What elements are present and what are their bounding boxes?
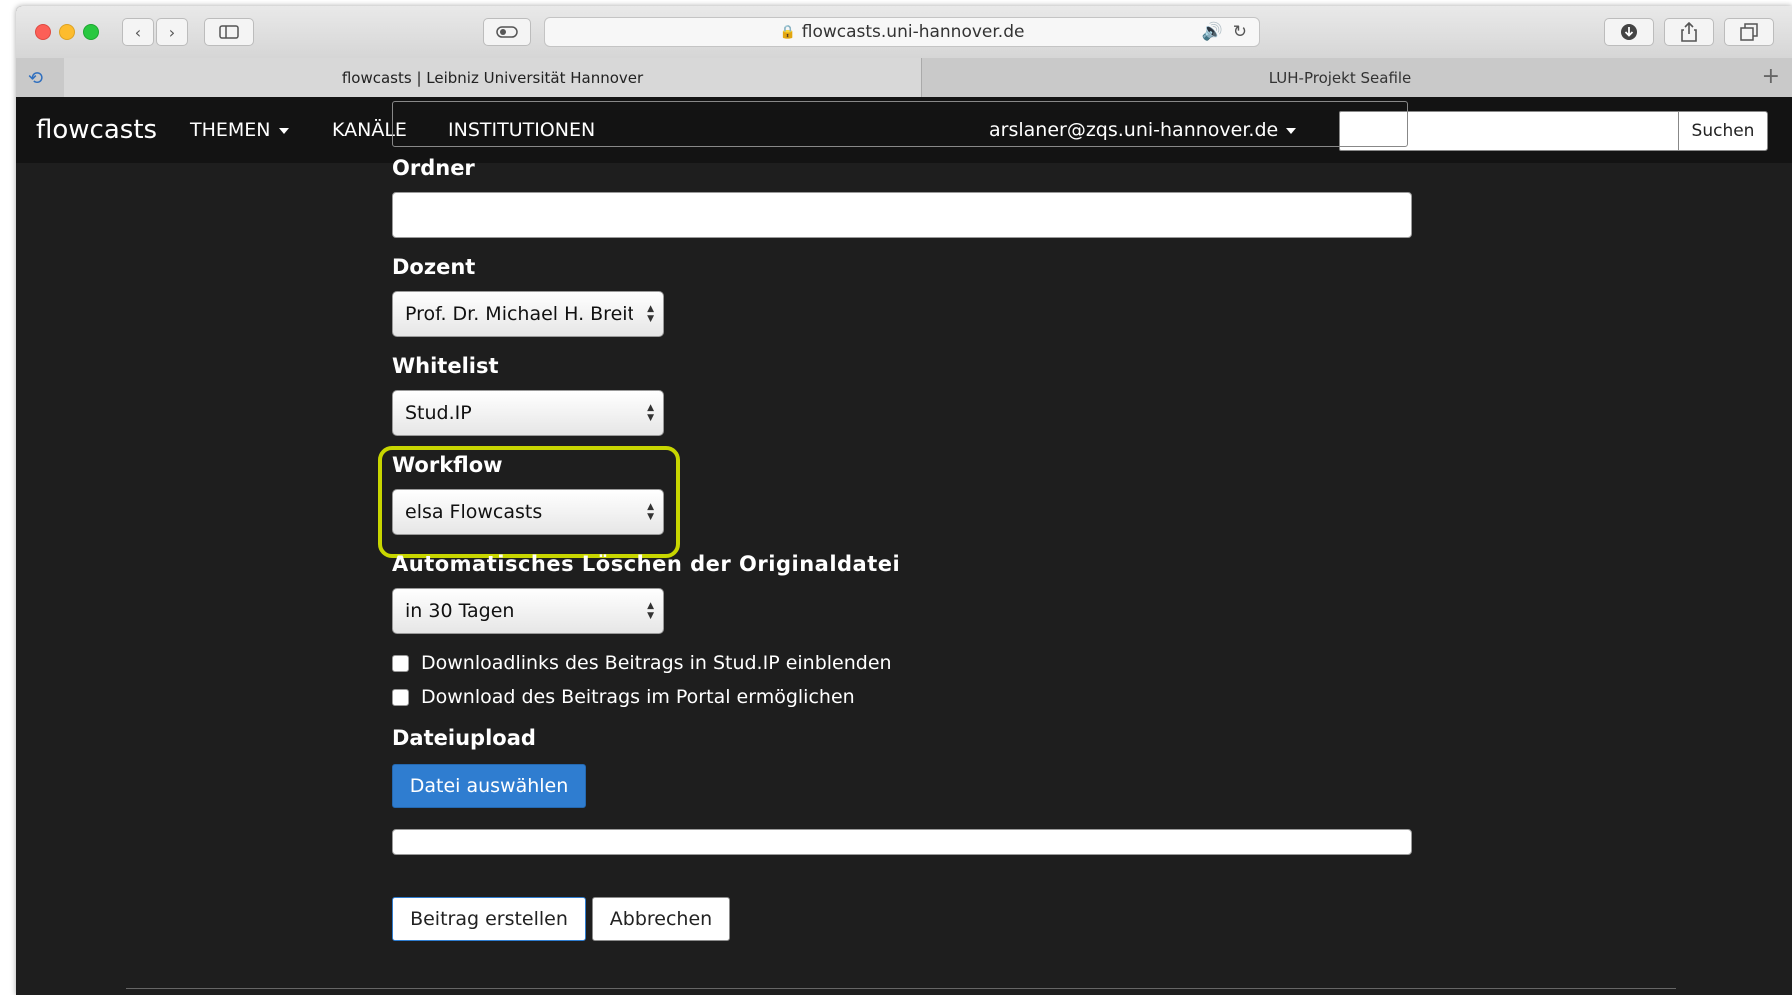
download-portal-checkbox[interactable]: [392, 688, 409, 706]
tabs-icon: [1740, 23, 1758, 41]
autodelete-select[interactable]: in 30 Tagen ▲ ▼: [392, 588, 664, 634]
toggle-icon: [496, 26, 518, 38]
download-icon: [1621, 24, 1637, 40]
workflow-label: Workflow: [392, 453, 503, 477]
reader-toggle-button[interactable]: [483, 18, 531, 46]
caret-down-icon: [278, 127, 289, 134]
speaker-icon[interactable]: 🔊: [1202, 22, 1223, 42]
autodelete-label: Automatisches Löschen der Originaldatei: [392, 552, 901, 576]
zoom-window-button[interactable]: [83, 24, 99, 40]
nav-themen[interactable]: THEMEN: [190, 119, 289, 141]
tabs-overview-button[interactable]: [1724, 18, 1774, 46]
downloadlinks-checkbox[interactable]: [392, 654, 409, 672]
select-arrows-icon: ▲ ▼: [647, 502, 654, 522]
download-portal-checkbox-label: Download des Beitrags im Portal ermöglic…: [421, 686, 855, 708]
search-button[interactable]: Suchen: [1678, 111, 1768, 151]
download-portal-checkbox-row: Download des Beitrags im Portal ermöglic…: [392, 686, 855, 708]
sidebar-toggle-button[interactable]: [204, 18, 254, 46]
upload-progress-bar: [392, 829, 1412, 855]
share-button[interactable]: [1664, 18, 1714, 46]
whitelist-label: Whitelist: [392, 354, 499, 378]
select-arrows-icon: ▲ ▼: [647, 601, 654, 621]
safari-icon: ⟲: [28, 68, 44, 89]
forward-button[interactable]: ›: [156, 18, 188, 46]
dozent-label: Dozent: [392, 255, 476, 279]
browser-window: ‹ › 🔒 flowcasts.uni-hannover.de 🔊 ↻ ⟲ fl…: [16, 6, 1792, 995]
tab-flowcasts[interactable]: flowcasts | Leibniz Universität Hannover: [64, 58, 922, 97]
browser-toolbar: ‹ › 🔒 flowcasts.uni-hannover.de 🔊 ↻: [16, 6, 1792, 59]
tab-seafile[interactable]: LUH-Projekt Seafile: [922, 58, 1758, 97]
back-button[interactable]: ‹: [122, 18, 154, 46]
url-text: flowcasts.uni-hannover.de: [801, 22, 1025, 42]
upload-label: Dateiupload: [392, 726, 536, 750]
tab-label: flowcasts | Leibniz Universität Hannover: [341, 68, 644, 87]
chevron-left-icon: ‹: [134, 22, 142, 42]
create-post-button[interactable]: Beitrag erstellen: [392, 897, 586, 941]
new-tab-icon[interactable]: +: [1762, 64, 1780, 89]
close-window-button[interactable]: [35, 24, 51, 40]
footer-divider: [126, 988, 1676, 989]
brand-logo[interactable]: flowcasts: [36, 115, 157, 145]
address-bar[interactable]: 🔒 flowcasts.uni-hannover.de 🔊 ↻: [544, 17, 1260, 47]
reload-icon[interactable]: ↻: [1233, 22, 1247, 42]
ordner-input[interactable]: [392, 192, 1412, 238]
whitelist-select[interactable]: Stud.IP ▲ ▼: [392, 390, 664, 436]
dozent-select[interactable]: Prof. Dr. Michael H. Breitner ▲▼: [392, 291, 664, 337]
select-arrows-icon: ▲ ▼: [647, 403, 654, 423]
cancel-button[interactable]: Abbrechen: [592, 897, 730, 941]
downloadlinks-checkbox-label: Downloadlinks des Beitrags in Stud.IP ei…: [421, 652, 892, 674]
lock-icon: 🔒: [779, 24, 796, 40]
downloadlinks-checkbox-row: Downloadlinks des Beitrags in Stud.IP ei…: [392, 652, 892, 674]
scrolled-input-frame: [392, 101, 1408, 147]
minimize-window-button[interactable]: [59, 24, 75, 40]
downloads-button[interactable]: [1604, 18, 1654, 46]
tab-label: LUH-Projekt Seafile: [1268, 68, 1412, 87]
ordner-label: Ordner: [392, 156, 475, 180]
choose-file-button[interactable]: Datei auswählen: [392, 764, 586, 808]
select-arrows-icon: ▲ ▼: [647, 304, 654, 324]
workflow-select[interactable]: elsa Flowcasts ▲ ▼: [392, 489, 664, 535]
share-icon: [1681, 22, 1697, 42]
chevron-right-icon: ›: [168, 22, 176, 42]
tab-bar: ⟲ flowcasts | Leibniz Universität Hannov…: [16, 58, 1792, 98]
sidebar-icon: [219, 25, 239, 39]
